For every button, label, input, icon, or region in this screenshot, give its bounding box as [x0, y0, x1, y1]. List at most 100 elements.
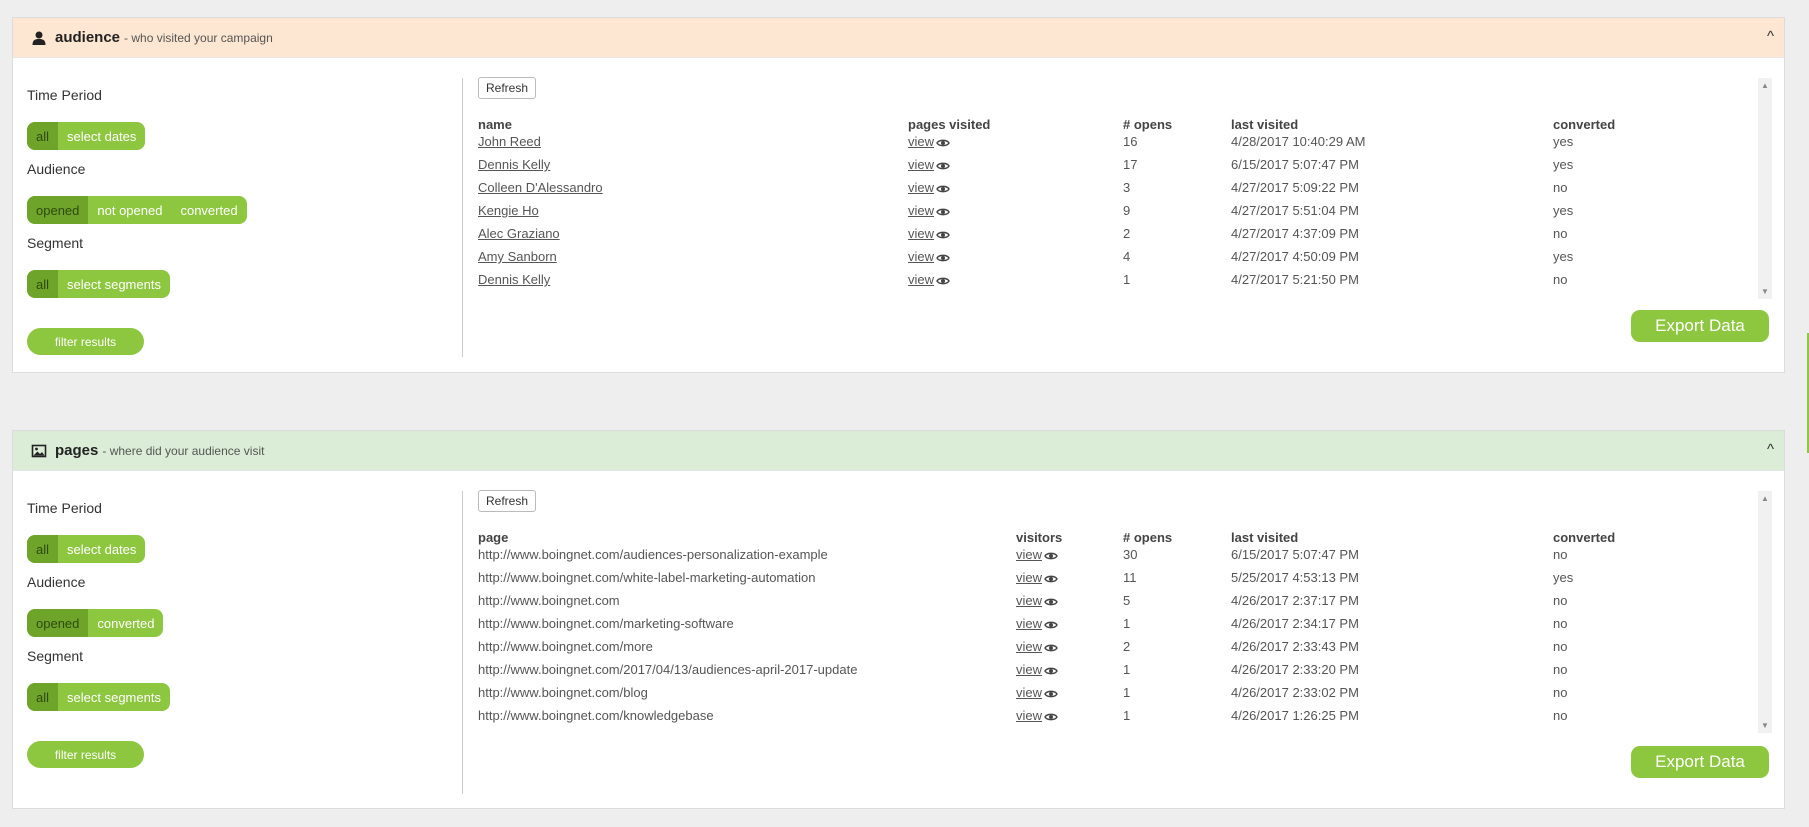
view-visitors-link-text[interactable]: view — [1016, 547, 1042, 562]
view-visitors-link-text[interactable]: view — [1016, 570, 1042, 585]
converted-status: yes — [1553, 134, 1573, 149]
pages-collapse-button[interactable]: ^ — [1767, 441, 1774, 458]
segment-option-select-segments[interactable]: select segments — [58, 683, 170, 711]
refresh-button[interactable]: Refresh — [478, 77, 537, 99]
user-icon — [32, 31, 46, 45]
audience-option-not-opened[interactable]: not opened — [88, 196, 171, 224]
eye-icon — [936, 139, 950, 146]
filter-results-button[interactable]: filter results — [27, 741, 144, 768]
view-pages-link[interactable]: view — [908, 180, 950, 195]
segment-option-all[interactable]: all — [27, 683, 59, 711]
scroll-down-arrow[interactable]: ▼ — [1761, 287, 1769, 296]
audience-option-converted[interactable]: converted — [88, 609, 163, 637]
view-pages-link[interactable]: view — [908, 249, 950, 264]
audience-name-link-text[interactable]: Dennis Kelly — [478, 157, 550, 172]
view-visitors-link-text[interactable]: view — [1016, 616, 1042, 631]
page-url-text: http://www.boingnet.com — [478, 593, 620, 608]
page-url: http://www.boingnet.com — [478, 593, 620, 608]
audience-name-link[interactable]: John Reed — [478, 134, 541, 149]
opens-count-text: 1 — [1123, 662, 1131, 677]
audience-collapse-button[interactable]: ^ — [1767, 28, 1774, 45]
view-pages-link-text[interactable]: view — [908, 180, 934, 195]
audience-name-link[interactable]: Dennis Kelly — [478, 272, 550, 287]
audience-option-opened[interactable]: opened — [27, 609, 89, 637]
time-option-select-dates[interactable]: select dates — [58, 122, 145, 150]
audience-name-link[interactable]: Kengie Ho — [478, 203, 539, 218]
page-url: http://www.boingnet.com/white-label-mark… — [478, 570, 815, 585]
last-visited-text: 6/15/2017 5:07:47 PM — [1231, 157, 1359, 172]
audience-name-link[interactable]: Alec Graziano — [478, 226, 560, 241]
last-visited-text: 5/25/2017 4:53:13 PM — [1231, 570, 1359, 585]
view-pages-link[interactable]: view — [908, 272, 950, 287]
converted-status: no — [1553, 593, 1567, 608]
pages-subtitle: - where did your audience visit — [102, 443, 265, 458]
last-visited: 4/26/2017 2:37:17 PM — [1231, 593, 1359, 608]
view-visitors-link-text[interactable]: view — [1016, 662, 1042, 677]
converted-status-text: yes — [1553, 134, 1574, 149]
audience-name-link-text[interactable]: Kengie Ho — [478, 203, 539, 218]
opens-count: 1 — [1123, 272, 1130, 287]
view-visitors-link[interactable]: view — [1016, 616, 1058, 631]
converted-status-text: yes — [1553, 249, 1574, 264]
view-visitors-link-text[interactable]: view — [1016, 708, 1042, 723]
page-url-text: http://www.boingnet.com/white-label-mark… — [478, 570, 816, 585]
view-pages-link-text[interactable]: view — [908, 203, 934, 218]
view-pages-link[interactable]: view — [908, 203, 950, 218]
view-visitors-link[interactable]: view — [1016, 639, 1058, 654]
scroll-up-arrow[interactable]: ▲ — [1761, 81, 1769, 90]
view-visitors-link[interactable]: view — [1016, 685, 1058, 700]
view-pages-link-text[interactable]: view — [908, 272, 934, 287]
segment-label: Segment — [27, 235, 84, 251]
view-pages-link-text[interactable]: view — [908, 157, 934, 172]
refresh-button[interactable]: Refresh — [478, 490, 537, 512]
view-visitors-link[interactable]: view — [1016, 570, 1058, 585]
view-pages-link-text[interactable]: view — [908, 226, 934, 241]
audience-name-link[interactable]: Amy Sanborn — [478, 249, 557, 264]
audience-name-link-text[interactable]: Colleen D'Alessandro — [478, 180, 603, 195]
audience-option-converted[interactable]: converted — [171, 196, 246, 224]
converted-status: yes — [1553, 249, 1573, 264]
view-visitors-link[interactable]: view — [1016, 662, 1058, 677]
view-visitors-link[interactable]: view — [1016, 593, 1058, 608]
view-visitors-link[interactable]: view — [1016, 547, 1058, 562]
audience-panel: audience - who visited your campaign ^ T… — [12, 17, 1785, 373]
export-data-button[interactable]: Export Data — [1631, 310, 1769, 342]
scroll-up-arrow[interactable]: ▲ — [1761, 494, 1769, 503]
pages-scrollbar[interactable]: ▲ ▼ — [1758, 491, 1772, 733]
audience-scrollbar[interactable]: ▲ ▼ — [1758, 78, 1772, 299]
column-header-page: page — [478, 530, 509, 545]
export-data-button[interactable]: Export Data — [1631, 746, 1769, 778]
scroll-down-arrow[interactable]: ▼ — [1761, 721, 1769, 730]
view-visitors-link-text[interactable]: view — [1016, 593, 1042, 608]
view-visitors-link[interactable]: view — [1016, 708, 1058, 723]
audience-name-link[interactable]: Colleen D'Alessandro — [478, 180, 603, 195]
converted-status: no — [1553, 272, 1567, 287]
opens-count: 16 — [1123, 134, 1137, 149]
time-option-all[interactable]: all — [27, 122, 59, 150]
audience-name-link-text[interactable]: Dennis Kelly — [478, 272, 550, 287]
segment-toggle: all select segments — [27, 683, 170, 711]
view-pages-link[interactable]: view — [908, 157, 950, 172]
view-pages-link[interactable]: view — [908, 134, 950, 149]
view-visitors-link-text[interactable]: view — [1016, 639, 1042, 654]
time-option-all[interactable]: all — [27, 535, 59, 563]
audience-name-link-text[interactable]: Amy Sanborn — [478, 249, 557, 264]
opens-count-text: 16 — [1123, 134, 1138, 149]
last-visited: 4/26/2017 1:26:25 PM — [1231, 708, 1359, 723]
view-pages-link-text[interactable]: view — [908, 134, 934, 149]
audience-name-link-text[interactable]: John Reed — [478, 134, 541, 149]
audience-option-opened[interactable]: opened — [27, 196, 89, 224]
opens-count-text: 30 — [1123, 547, 1138, 562]
last-visited: 4/26/2017 2:33:20 PM — [1231, 662, 1359, 677]
view-pages-link-text[interactable]: view — [908, 249, 934, 264]
panel-divider — [462, 491, 463, 794]
segment-option-select-segments[interactable]: select segments — [58, 270, 170, 298]
filter-results-button[interactable]: filter results — [27, 328, 144, 355]
opens-count: 30 — [1123, 547, 1137, 562]
view-pages-link[interactable]: view — [908, 226, 950, 241]
audience-name-link-text[interactable]: Alec Graziano — [478, 226, 560, 241]
view-visitors-link-text[interactable]: view — [1016, 685, 1042, 700]
segment-option-all[interactable]: all — [27, 270, 59, 298]
audience-name-link[interactable]: Dennis Kelly — [478, 157, 550, 172]
time-option-select-dates[interactable]: select dates — [58, 535, 145, 563]
